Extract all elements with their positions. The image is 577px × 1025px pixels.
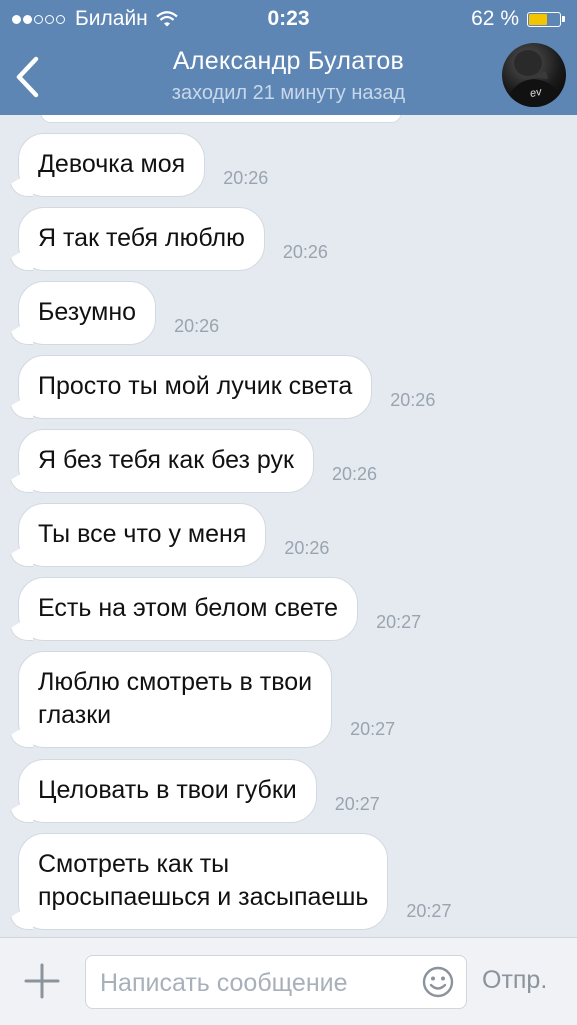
message-bubble[interactable]: Я так тебя люблю [18, 207, 265, 271]
message-time: 20:27 [376, 612, 422, 632]
message-bubble[interactable]: Люблю смотреть в твои глазки [18, 651, 333, 748]
smiley-icon [422, 966, 454, 998]
battery-tip [562, 16, 565, 22]
message-row: Ты все что у меня 20:26 [18, 503, 329, 567]
message-text: Целовать в твои губки [38, 776, 297, 804]
message-time: 20:27 [334, 794, 380, 814]
message-time: 20:26 [223, 168, 269, 188]
contact-name[interactable]: Александр Булатов [0, 47, 577, 76]
message-list[interactable]: Девочка моя 20:26 Я так тебя люблю 20:26… [0, 115, 577, 937]
message-text: Есть на этом белом свете [38, 594, 339, 622]
message-input-container [85, 955, 467, 1009]
message-time: 20:26 [284, 538, 330, 558]
battery-percent: 62 % [471, 7, 519, 30]
message-text: Ты все что у меня [38, 520, 247, 548]
message-bubble[interactable]: Ты все что у меня [18, 503, 267, 567]
message-text: Смотреть как ты просыпаешься и засыпаешь [38, 850, 369, 911]
plus-icon [24, 963, 60, 999]
message-text: Я так тебя люблю [38, 224, 245, 252]
message-row: Я без тебя как без рук 20:26 [18, 429, 377, 493]
message-row: Есть на этом белом свете 20:27 [18, 577, 421, 641]
status-right: 62 % [471, 7, 565, 31]
message-text: Девочка моя [38, 150, 186, 178]
chat-header: Билайн 0:23 62 % Александр Булатов заход… [0, 0, 577, 115]
message-bubble[interactable]: Есть на этом белом свете [18, 577, 359, 641]
message-bubble[interactable]: Просто ты мой лучик света [18, 355, 373, 419]
message-row: Смотреть как ты просыпаешься и засыпаешь… [18, 833, 451, 930]
battery-fill [529, 13, 547, 25]
message-bubble[interactable]: Девочка моя [18, 133, 206, 197]
message-bubble[interactable]: Безумно [18, 281, 157, 345]
battery-icon [527, 11, 561, 27]
send-button[interactable]: Отпр. [482, 966, 547, 995]
message-time: 20:27 [406, 901, 452, 921]
contact-last-seen: заходил 21 минуту назад [171, 82, 406, 104]
message-row: Я так тебя люблю 20:26 [18, 207, 328, 271]
status-bar: Билайн 0:23 62 % [0, 0, 577, 36]
message-input[interactable] [98, 962, 412, 1004]
message-time: 20:26 [174, 316, 220, 336]
message-time: 20:26 [390, 390, 436, 410]
message-text: Я без тебя как без рук [38, 446, 294, 474]
message-text: Люблю смотреть в твои глазки [38, 668, 313, 729]
message-row: Безумно 20:26 [18, 281, 219, 345]
message-text: Безумно [38, 298, 137, 326]
avatar[interactable]: ev [502, 43, 566, 107]
emoji-button[interactable] [422, 966, 454, 998]
avatar-caption: ev [528, 85, 543, 101]
message-bubble[interactable]: Смотреть как ты просыпаешься и засыпаешь [18, 833, 389, 930]
message-row: Люблю смотреть в твои глазки 20:27 [18, 651, 395, 748]
message-text: Просто ты мой лучик света [38, 372, 353, 400]
message-time: 20:26 [331, 464, 378, 484]
message-row: Целовать в твои губки 20:27 [18, 759, 380, 823]
message-time: 20:26 [282, 242, 328, 262]
message-time: 20:27 [350, 719, 396, 739]
message-row: Просто ты мой лучик света 20:26 [18, 355, 435, 419]
message-bubble[interactable]: Целовать в твои губки [18, 759, 317, 823]
message-composer: Отпр. [0, 937, 577, 1025]
attach-button[interactable] [24, 963, 60, 999]
message-row: Девочка моя 20:26 [18, 133, 268, 197]
message-bubble[interactable]: Я без тебя как без рук [18, 429, 314, 493]
previous-message-bubble [40, 115, 402, 123]
